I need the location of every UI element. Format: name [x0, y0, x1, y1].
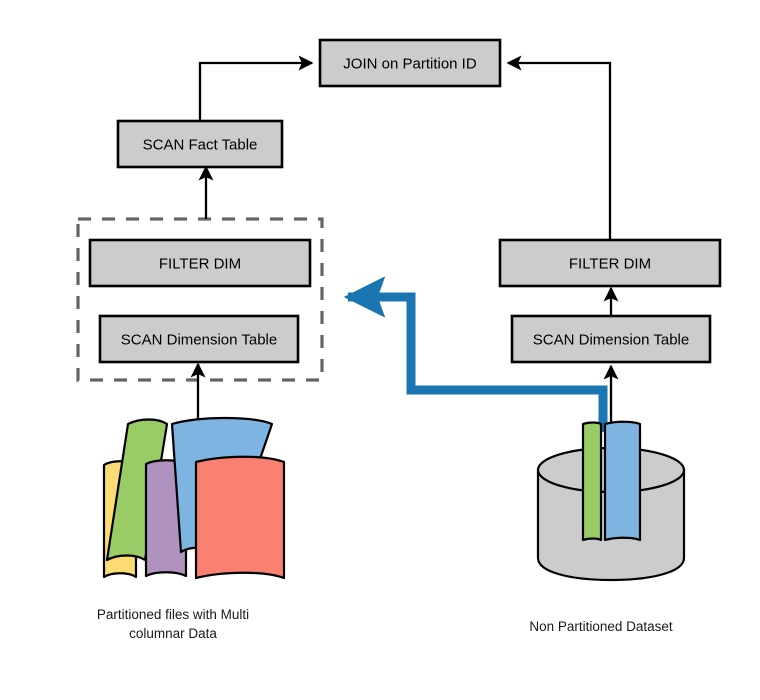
edge-scanfact-to-join: [198, 55, 314, 124]
caption-non-partitioned-dataset: Non Partitioned Dataset: [529, 619, 673, 634]
caption-partitioned-files-line1: Partitioned files with Multi: [97, 607, 249, 622]
diagram-canvas: JOIN on Partition ID SCAN Fact Table FIL…: [0, 0, 760, 700]
node-scan-dimension-table-right[interactable]: SCAN Dimension Table: [510, 314, 712, 364]
node-scan-fact-table[interactable]: SCAN Fact Table: [116, 119, 284, 169]
column-blue: [603, 420, 642, 542]
scan-dim-left-label: SCAN Dimension Table: [121, 332, 277, 349]
scan-fact-box-label: SCAN Fact Table: [143, 137, 258, 154]
filter-dim-left-label: FILTER DIM: [159, 256, 241, 273]
node-scan-dimension-table-left[interactable]: SCAN Dimension Table: [98, 314, 300, 364]
node-filter-dim-left[interactable]: FILTER DIM: [88, 238, 312, 288]
join-box-label: JOIN on Partition ID: [343, 56, 477, 73]
stacked-curved-files-icon: [102, 416, 286, 580]
column-green: [581, 421, 603, 542]
node-filter-dim-right[interactable]: FILTER DIM: [498, 238, 722, 288]
node-join-on-partition-id[interactable]: JOIN on Partition ID: [318, 38, 502, 88]
file-sheet-red: [194, 455, 286, 580]
caption-partitioned-files-line2: columnar Data: [129, 626, 217, 641]
diagram-svg: JOIN on Partition ID SCAN Fact Table FIL…: [76, 38, 722, 641]
database-cylinder-icon: [536, 420, 686, 582]
scan-dim-right-label: SCAN Dimension Table: [533, 332, 689, 349]
edge-filterdimright-to-join: [506, 55, 612, 240]
filter-dim-right-label: FILTER DIM: [569, 256, 651, 273]
